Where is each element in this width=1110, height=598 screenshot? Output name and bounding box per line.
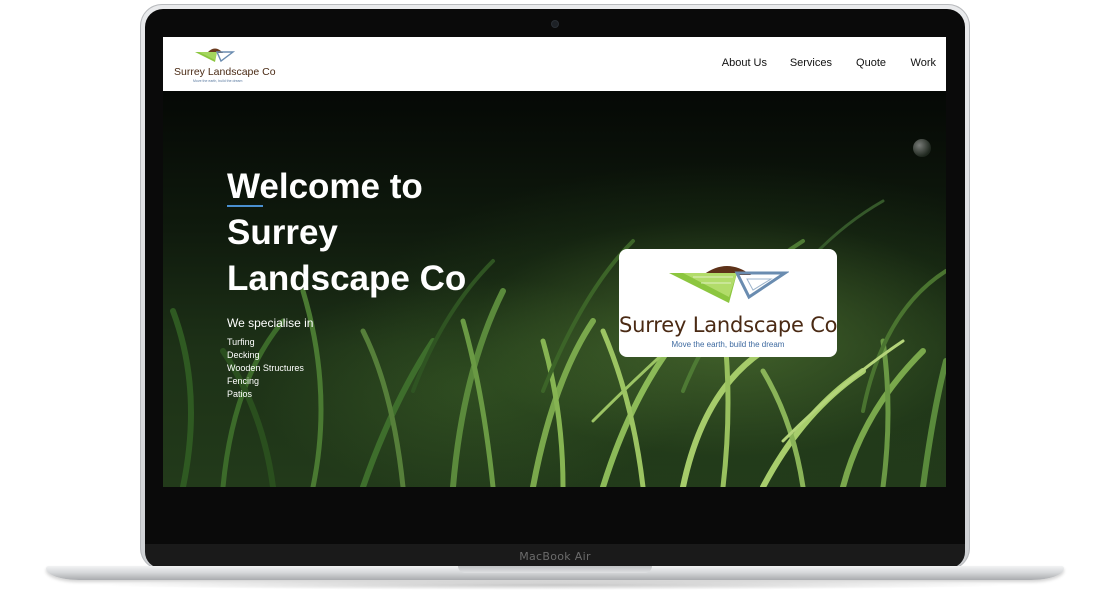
laptop-notch xyxy=(458,566,652,573)
landscape-logo-icon xyxy=(669,266,789,303)
nav-work[interactable]: Work xyxy=(911,57,936,69)
nav-quote[interactable]: Quote xyxy=(856,57,886,69)
hero-title: Welcome to Surrey Landscape Co xyxy=(227,164,547,302)
hero-title-line-3: Landscape Co xyxy=(227,259,467,298)
hero-title-line-2: Surrey xyxy=(227,213,338,252)
list-item: Fencing xyxy=(227,376,260,386)
browser-viewport: Surrey Landscape Co Move the earth, buil… xyxy=(163,37,946,487)
title-accent-underline xyxy=(227,205,263,207)
laptop-shadow xyxy=(90,580,1020,590)
nav-services[interactable]: Services xyxy=(790,57,832,69)
water-droplet xyxy=(913,139,931,157)
header-logo[interactable]: Surrey Landscape Co Move the earth, buil… xyxy=(171,45,276,87)
nav-about-us[interactable]: About Us xyxy=(722,57,767,69)
logo-brand-name: Surrey Landscape Co xyxy=(619,313,838,337)
specialise-heading: We specialise in xyxy=(227,316,314,330)
camera-icon xyxy=(552,21,558,27)
device-label: MacBook Air xyxy=(519,549,591,563)
list-item: Turfing xyxy=(227,337,255,347)
list-item: Wooden Structures xyxy=(227,363,304,373)
list-item: Patios xyxy=(227,389,253,399)
landscape-logo-icon xyxy=(195,48,236,63)
header-tagline: Move the earth, build the dream xyxy=(193,79,243,83)
laptop-chin: MacBook Air xyxy=(145,544,965,568)
header-brand-name: Surrey Landscape Co xyxy=(174,66,276,78)
site-header: Surrey Landscape Co Move the earth, buil… xyxy=(163,37,946,91)
services-list: Turfing Decking Wooden Structures Fencin… xyxy=(227,336,304,401)
list-item: Decking xyxy=(227,350,260,360)
hero-title-line-1: Welcome to xyxy=(227,167,423,206)
hero-section: Welcome to Surrey Landscape Co We specia… xyxy=(163,91,946,487)
logo-card: Surrey Landscape Co Move the earth, buil… xyxy=(619,249,838,357)
logo-tagline: Move the earth, build the dream xyxy=(671,340,785,349)
